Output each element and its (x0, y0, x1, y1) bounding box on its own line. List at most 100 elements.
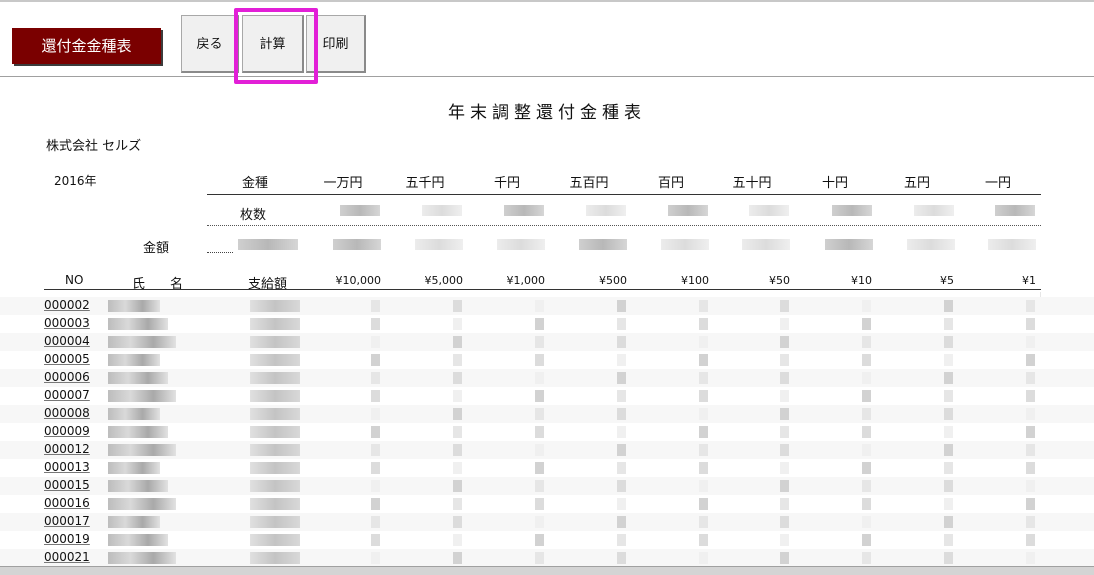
redacted-count-cell (699, 552, 708, 564)
redacted-count-2 (422, 205, 462, 216)
redacted-amount-2 (415, 239, 463, 250)
col-value-header-7: ¥10 (851, 274, 872, 287)
redacted-count-1 (340, 205, 380, 216)
redacted-amount-5 (661, 239, 709, 250)
redacted-count-cell (944, 444, 953, 456)
amount-label: 金額 (143, 241, 170, 256)
redacted-count-cell (1026, 318, 1035, 330)
redacted-employee-name (108, 498, 176, 510)
redacted-count-cell (944, 390, 953, 402)
redacted-count-cell (535, 372, 544, 384)
redacted-count-cell (453, 480, 462, 492)
redacted-employee-name (108, 480, 168, 492)
redacted-count-cell (699, 480, 708, 492)
redacted-count-cell (944, 408, 953, 420)
redacted-count-cell (944, 318, 953, 330)
horizontal-scrollbar[interactable] (0, 566, 1094, 575)
toolbar: 還付金金種表 戻る 計算 印刷 (0, 0, 1094, 84)
employee-number: 000008 (44, 406, 90, 420)
table-row: 000005 (0, 351, 1094, 369)
redacted-amount-total (238, 239, 298, 250)
redacted-count-cell (371, 444, 380, 456)
employee-number: 000015 (44, 478, 90, 492)
sheet-title-badge: 還付金金種表 (12, 28, 161, 64)
back-button[interactable]: 戻る (181, 15, 239, 73)
redacted-payment (250, 354, 300, 366)
redacted-count-cell (780, 444, 789, 456)
redacted-payment (250, 372, 300, 384)
redacted-count-cell (862, 390, 871, 402)
redacted-amount-1 (333, 239, 381, 250)
redacted-count-cell (617, 552, 626, 564)
detail-header-rule (44, 289, 1041, 290)
company-name: 株式会社 セルズ (46, 139, 142, 154)
redacted-count-cell (862, 462, 871, 474)
redacted-count-cell (371, 516, 380, 528)
redacted-count-cell (780, 534, 789, 546)
denomination-1: 一万円 (323, 176, 363, 191)
redacted-payment (250, 444, 300, 456)
redacted-payment (250, 390, 300, 402)
redacted-amount-9 (988, 239, 1036, 250)
redacted-count-cell (699, 426, 708, 438)
redacted-count-cell (453, 318, 462, 330)
redacted-count-cell (944, 300, 953, 312)
document-title: 年末調整還付金種表 (448, 103, 646, 123)
denomination-3: 千円 (493, 176, 520, 191)
redacted-count-cell (535, 318, 544, 330)
print-button[interactable]: 印刷 (306, 15, 366, 73)
col-value-header-6: ¥50 (769, 274, 790, 287)
employee-number: 000021 (44, 550, 90, 564)
calculate-button[interactable]: 計算 (242, 15, 304, 73)
redacted-employee-name (108, 552, 176, 564)
employee-number: 000013 (44, 460, 90, 474)
redacted-count-cell (699, 372, 708, 384)
redacted-count-cell (1026, 372, 1035, 384)
redacted-count-cell (780, 336, 789, 348)
redacted-count-cell (780, 462, 789, 474)
redacted-count-cell (944, 354, 953, 366)
table-row: 000021 (0, 549, 1094, 567)
redacted-count-cell (453, 426, 462, 438)
redacted-count-cell (780, 480, 789, 492)
redacted-count-cell (780, 318, 789, 330)
redacted-count-cell (453, 534, 462, 546)
redacted-count-cell (453, 552, 462, 564)
redacted-count-cell (617, 336, 626, 348)
redacted-count-cell (371, 534, 380, 546)
denomination-header: 金種 (242, 176, 269, 191)
redacted-count-cell (862, 498, 871, 510)
redacted-count-8 (914, 205, 954, 216)
redacted-count-cell (780, 498, 789, 510)
redacted-count-cell (453, 372, 462, 384)
redacted-count-cell (780, 408, 789, 420)
redacted-count-cell (780, 390, 789, 402)
redacted-count-cell (1026, 516, 1035, 528)
redacted-count-cell (1026, 444, 1035, 456)
redacted-count-cell (535, 336, 544, 348)
redacted-payment (250, 408, 300, 420)
redacted-count-cell (617, 516, 626, 528)
table-row: 000019 (0, 531, 1094, 549)
redacted-count-cell (453, 498, 462, 510)
employee-number: 000012 (44, 442, 90, 456)
redacted-count-cell (699, 444, 708, 456)
redacted-count-cell (535, 534, 544, 546)
redacted-count-cell (1026, 354, 1035, 366)
redacted-count-cell (862, 372, 871, 384)
redacted-count-cell (453, 354, 462, 366)
redacted-count-cell (944, 480, 953, 492)
employee-number: 000009 (44, 424, 90, 438)
redacted-amount-4 (579, 239, 627, 250)
redacted-count-cell (617, 480, 626, 492)
redacted-count-cell (862, 480, 871, 492)
redacted-count-cell (699, 516, 708, 528)
redacted-count-cell (699, 300, 708, 312)
redacted-count-cell (1026, 480, 1035, 492)
table-row: 000003 (0, 315, 1094, 333)
redacted-employee-name (108, 462, 160, 474)
redacted-count-cell (1026, 498, 1035, 510)
redacted-count-cell (371, 318, 380, 330)
redacted-count-cell (535, 300, 544, 312)
redacted-employee-name (108, 408, 160, 420)
